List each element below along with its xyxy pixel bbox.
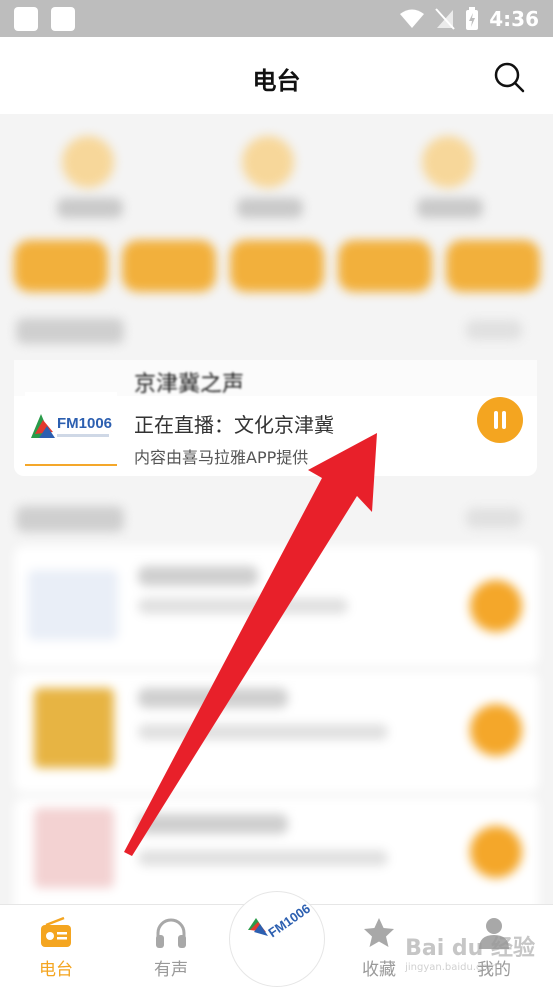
fm-logo-icon: FM1006 xyxy=(31,414,112,438)
category-pill xyxy=(122,240,216,292)
more-link xyxy=(466,508,522,528)
station-thumbnail xyxy=(28,570,118,640)
notification-icon xyxy=(14,7,38,31)
station-logo: FM1006 xyxy=(25,392,117,466)
station-thumbnail xyxy=(34,808,114,888)
watermark: Bai du 经验 jingyan.baidu.com xyxy=(405,930,535,973)
blurred-content xyxy=(0,114,553,904)
pause-button[interactable] xyxy=(477,397,523,443)
notification-icon xyxy=(51,7,75,31)
category-icon xyxy=(62,136,114,188)
live-status: 正在直播：文化京津冀 xyxy=(134,413,334,437)
station-title: 京津冀之声 xyxy=(134,372,245,396)
status-bar: 4:36 xyxy=(0,0,553,37)
status-time: 4:36 xyxy=(489,7,539,31)
section-title xyxy=(16,318,124,344)
category-icon xyxy=(422,136,474,188)
play-button xyxy=(470,704,522,756)
play-button xyxy=(470,826,522,878)
station-info xyxy=(138,724,388,740)
watermark-text: Bai du 经验 xyxy=(405,936,535,961)
source-note: 内容由喜马拉雅APP提供 xyxy=(134,448,309,467)
category-icon xyxy=(242,136,294,188)
radio-icon xyxy=(41,916,71,947)
category-pill xyxy=(230,240,324,292)
center-player-button[interactable]: FM1006 xyxy=(229,891,325,987)
no-signal-icon xyxy=(435,8,455,30)
station-name xyxy=(138,566,258,586)
category-label xyxy=(57,198,123,218)
category-pill xyxy=(338,240,432,292)
page-title: 电台 xyxy=(252,67,301,95)
category-pill xyxy=(446,240,540,292)
live-station-card[interactable]: 京津冀之声 FM1006 正在直播：文化京津冀 内容由喜马拉雅APP提供 xyxy=(14,360,537,476)
app-header: 电台 xyxy=(0,37,553,115)
search-icon[interactable] xyxy=(493,61,525,93)
nav-tab-audio[interactable]: 有声 xyxy=(126,905,216,984)
more-link xyxy=(466,320,522,340)
station-info xyxy=(138,598,348,614)
category-label xyxy=(237,198,303,218)
star-icon xyxy=(364,918,394,947)
play-button xyxy=(470,580,522,632)
center-logo-text: FM1006 xyxy=(265,901,313,941)
station-info xyxy=(138,850,388,866)
watermark-url: jingyan.baidu.com xyxy=(405,962,498,973)
section-title xyxy=(16,506,124,532)
fm-logo-icon: FM1006 xyxy=(248,901,313,941)
battery-charging-icon xyxy=(466,7,479,30)
nav-label: 电台 xyxy=(39,960,73,980)
nav-tab-radio[interactable]: 电台 xyxy=(11,905,101,984)
station-name xyxy=(138,688,288,708)
category-pill xyxy=(14,240,108,292)
wifi-icon xyxy=(400,9,425,28)
headphones-icon xyxy=(156,918,186,948)
category-label xyxy=(417,198,483,218)
nav-label: 有声 xyxy=(154,960,188,980)
logo-text: FM1006 xyxy=(57,415,112,432)
station-thumbnail xyxy=(34,688,114,768)
station-name xyxy=(138,814,288,834)
